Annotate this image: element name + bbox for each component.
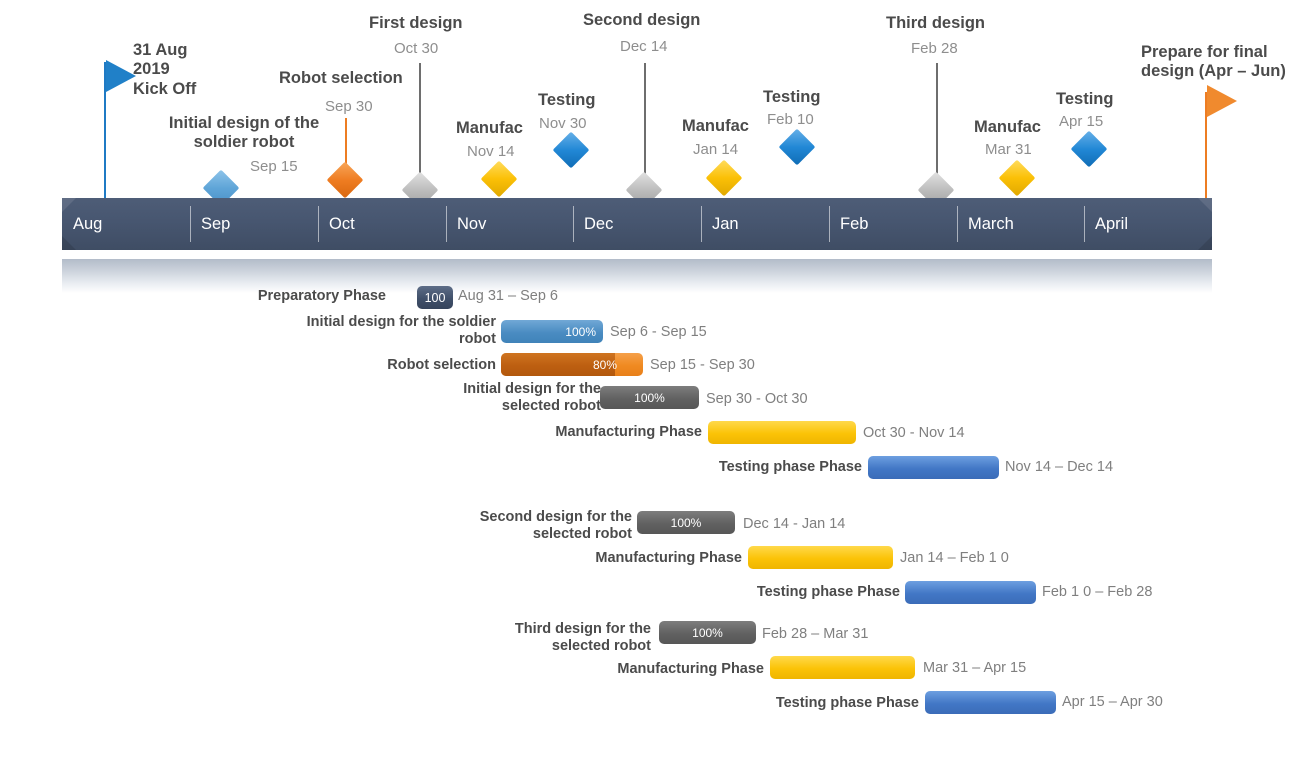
milestone-line-second-design bbox=[644, 63, 646, 190]
gantt-bar-robot-selection[interactable]: 80% bbox=[501, 353, 643, 376]
milestone-date-testing-feb: Feb 10 bbox=[767, 111, 814, 128]
milestone-date-testing-nov: Nov 30 bbox=[539, 115, 587, 132]
gantt-bar-manufacturing-2[interactable] bbox=[748, 546, 893, 569]
milestone-diamond-manufac-jan bbox=[705, 159, 743, 197]
gantt-row-label: Testing phase Phase bbox=[718, 459, 862, 475]
gantt-bar-percent: 100% bbox=[565, 324, 596, 339]
milestone-date-third-design: Feb 28 bbox=[911, 40, 958, 57]
milestone-title-testing-nov: Testing bbox=[538, 91, 596, 109]
milestone-title-manufac-mar: Manufac bbox=[974, 118, 1041, 136]
month-label-aug[interactable]: Aug bbox=[62, 198, 190, 250]
milestone-title-manufac-nov: Manufac bbox=[456, 119, 523, 137]
milestone-diamond-manufac-nov bbox=[480, 160, 518, 198]
flag-icon-final bbox=[1207, 85, 1237, 117]
gantt-bar-third-design[interactable]: 100% bbox=[659, 621, 756, 644]
gantt-row-dates: Dec 14 - Jan 14 bbox=[743, 516, 846, 532]
milestone-title-final: Prepare for final design (Apr – Jun) bbox=[1141, 43, 1286, 81]
milestone-date-initial-design: Sep 15 bbox=[250, 158, 298, 175]
milestone-date-testing-apr: Apr 15 bbox=[1059, 113, 1104, 130]
month-label-april[interactable]: April bbox=[1084, 198, 1212, 250]
timeline-month-bar: Aug Sep Oct Nov Dec Jan Feb March April bbox=[62, 198, 1212, 250]
gantt-row-dates: Sep 6 - Sep 15 bbox=[610, 324, 707, 340]
gantt-row-label: Second design for the selected robot bbox=[479, 509, 632, 543]
gantt-bar-percent: 80% bbox=[592, 357, 617, 372]
gantt-row-dates: Nov 14 – Dec 14 bbox=[1005, 459, 1114, 475]
month-label-march[interactable]: March bbox=[957, 198, 1084, 250]
milestone-diamond-testing-apr bbox=[1070, 130, 1108, 168]
month-label-jan[interactable]: Jan bbox=[701, 198, 829, 250]
gantt-bar-testing-2[interactable] bbox=[905, 581, 1036, 604]
gantt-bar-percent: 100% bbox=[670, 515, 702, 530]
milestone-date-manufac-jan: Jan 14 bbox=[693, 141, 739, 158]
gantt-row-label: Preparatory Phase bbox=[257, 288, 386, 304]
gantt-row-label: Testing phase Phase bbox=[756, 584, 900, 600]
month-label-feb[interactable]: Feb bbox=[829, 198, 957, 250]
milestone-title-testing-feb: Testing bbox=[763, 88, 821, 106]
gantt-row-label: Third design for the selected robot bbox=[514, 621, 651, 655]
milestone-date-manufac-mar: Mar 31 bbox=[985, 141, 1032, 158]
gantt-bar-initial-design-soldier[interactable]: 100% bbox=[501, 320, 603, 343]
gantt-bar-preparatory[interactable]: 100 bbox=[417, 286, 453, 309]
gantt-bar-initial-design-selected[interactable]: 100% bbox=[600, 386, 699, 409]
gantt-row-dates: Feb 1 0 – Feb 28 bbox=[1042, 584, 1153, 600]
gantt-bar-manufacturing-3[interactable] bbox=[770, 656, 915, 679]
milestone-line-third-design bbox=[936, 63, 938, 190]
gantt-bar-second-design[interactable]: 100% bbox=[637, 511, 735, 534]
milestone-diamond-testing-feb bbox=[778, 128, 816, 166]
gantt-row-dates: Jan 14 – Feb 1 0 bbox=[900, 550, 1009, 566]
gantt-row-label: Testing phase Phase bbox=[775, 695, 919, 711]
milestone-title-third-design: Third design bbox=[886, 14, 985, 32]
milestone-title-manufac-jan: Manufac bbox=[682, 117, 749, 135]
gantt-bar-testing-3[interactable] bbox=[925, 691, 1056, 714]
gantt-bar-manufacturing-1[interactable] bbox=[708, 421, 856, 444]
gantt-row-dates: Mar 31 – Apr 15 bbox=[923, 660, 1027, 676]
gantt-row-dates: Feb 28 – Mar 31 bbox=[762, 626, 869, 642]
gantt-timeline-page: 31 Aug 2019 Kick Off Initial design of t… bbox=[0, 0, 1309, 757]
milestone-title-testing-apr: Testing bbox=[1056, 90, 1114, 108]
gantt-bar-percent: 100% bbox=[634, 390, 665, 405]
gantt-bar-percent: 100 bbox=[424, 290, 446, 305]
milestone-date-first-design: Oct 30 bbox=[394, 40, 439, 57]
month-label-dec[interactable]: Dec bbox=[573, 198, 701, 250]
milestone-title-second-design: Second design bbox=[583, 11, 701, 29]
gantt-row-dates: Sep 30 - Oct 30 bbox=[706, 391, 808, 407]
gantt-row-dates: Aug 31 – Sep 6 bbox=[458, 288, 558, 304]
gantt-row-label: Manufacturing Phase bbox=[555, 424, 702, 440]
milestone-title-robot-selection: Robot selection bbox=[279, 69, 403, 87]
gantt-row-label: Manufacturing Phase bbox=[595, 550, 742, 566]
gantt-row-label: Initial design for the soldier robot bbox=[306, 314, 496, 348]
milestone-title-first-design: First design bbox=[369, 14, 463, 32]
month-label-sep[interactable]: Sep bbox=[190, 198, 318, 250]
gantt-row-label: Initial design for the selected robot bbox=[463, 381, 601, 415]
milestone-title-initial-design: Initial design of the soldier robot bbox=[168, 114, 320, 152]
gantt-row-dates: Sep 15 - Sep 30 bbox=[650, 357, 755, 373]
milestone-line-first-design bbox=[419, 63, 421, 190]
milestone-date-second-design: Dec 14 bbox=[620, 38, 668, 55]
month-label-nov[interactable]: Nov bbox=[446, 198, 573, 250]
milestone-diamond-testing-nov bbox=[552, 131, 590, 169]
gantt-row-dates: Apr 15 – Apr 30 bbox=[1062, 694, 1163, 710]
milestone-diamond-manufac-mar bbox=[998, 159, 1036, 197]
milestone-title-kickoff: 31 Aug 2019 Kick Off bbox=[133, 41, 197, 98]
milestone-date-robot-selection: Sep 30 bbox=[325, 98, 373, 115]
milestone-date-manufac-nov: Nov 14 bbox=[467, 143, 515, 160]
flag-icon-kickoff bbox=[106, 60, 136, 92]
gantt-bar-percent: 100% bbox=[692, 625, 723, 640]
gantt-bar-testing-1[interactable] bbox=[868, 456, 999, 479]
gantt-row-label: Manufacturing Phase bbox=[617, 661, 764, 677]
month-label-oct[interactable]: Oct bbox=[318, 198, 446, 250]
milestone-diamond-robot-selection bbox=[326, 161, 364, 199]
gantt-row-label: Robot selection bbox=[387, 357, 496, 373]
gantt-row-dates: Oct 30 - Nov 14 bbox=[863, 425, 965, 441]
